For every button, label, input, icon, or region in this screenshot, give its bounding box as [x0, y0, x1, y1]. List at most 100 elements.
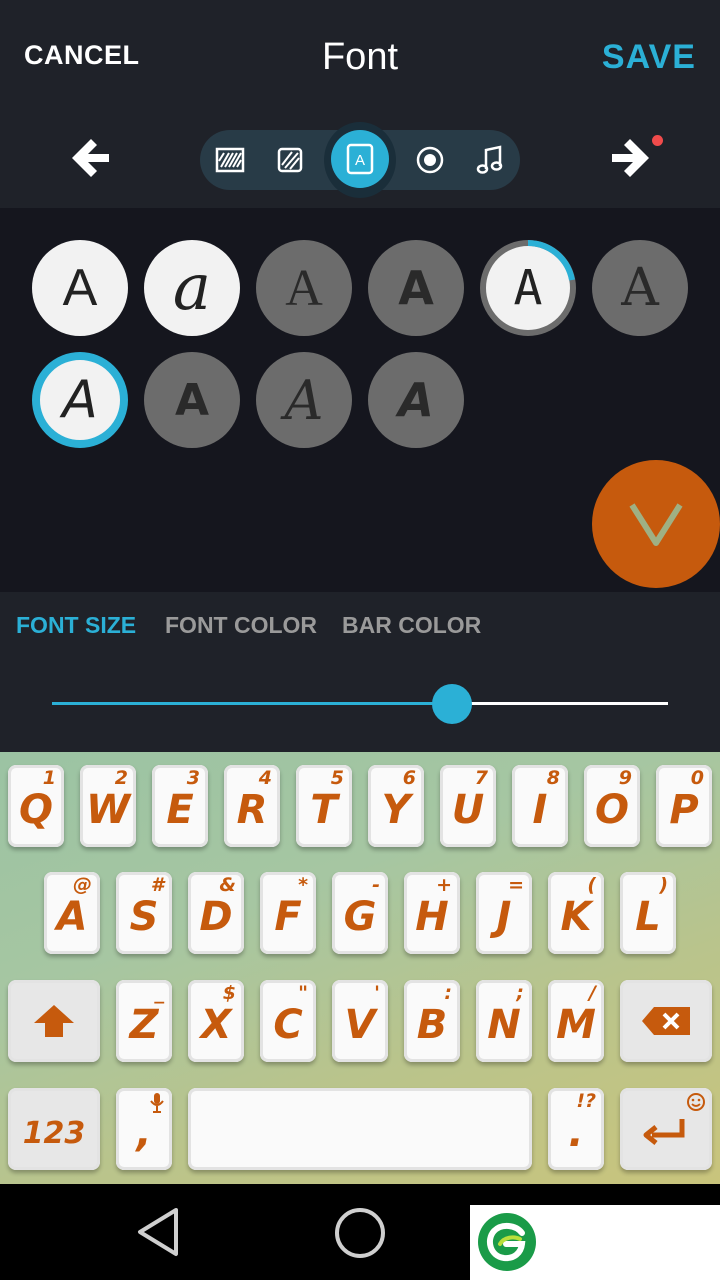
key-label: X — [200, 1002, 232, 1048]
top-bar: CANCEL Font SAVE — [0, 0, 720, 115]
effect-circle-icon[interactable] — [410, 140, 450, 180]
font-option-handwritten-loading[interactable]: A — [480, 240, 576, 336]
font-icon: A — [346, 143, 374, 175]
forward-arrow-icon[interactable] — [608, 135, 654, 181]
font-option-brush[interactable]: A — [256, 352, 352, 448]
tab-font-size[interactable]: FONT SIZE — [16, 612, 136, 639]
font-option-sans[interactable]: A — [32, 240, 128, 336]
collapse-confirm-button[interactable] — [592, 460, 720, 588]
font-size-slider-fill — [52, 702, 453, 705]
tab-font-color[interactable]: FONT COLOR — [165, 612, 317, 639]
font-preview: A — [62, 259, 98, 317]
tab-bar-color[interactable]: BAR COLOR — [342, 612, 481, 639]
music-note-icon[interactable] — [470, 140, 510, 180]
home-nav-icon[interactable] — [333, 1206, 387, 1260]
key-f[interactable]: F * — [260, 872, 316, 954]
key-label: 123 — [22, 1115, 86, 1151]
key-label: J — [496, 894, 512, 940]
font-option-stencil[interactable]: A — [144, 352, 240, 448]
key-k[interactable]: K( — [548, 872, 604, 954]
key-label: E — [166, 787, 194, 833]
key-label: Z — [129, 1002, 159, 1048]
font-option-script[interactable]: a — [144, 240, 240, 336]
numbers-key[interactable]: 123 — [8, 1088, 100, 1170]
key-g[interactable]: G- — [332, 872, 388, 954]
key-hint: 3 — [186, 767, 200, 789]
key-t[interactable]: T5 — [296, 765, 352, 847]
back-nav-icon[interactable] — [134, 1206, 182, 1258]
key-o[interactable]: O9 — [584, 765, 640, 847]
key-i[interactable]: I8 — [512, 765, 568, 847]
key-label: U — [451, 787, 485, 833]
key-hint: $ — [222, 982, 236, 1004]
key-hint: 9 — [618, 767, 632, 789]
texture-icon[interactable] — [270, 140, 310, 180]
key-label: T — [310, 787, 338, 833]
key-label: L — [635, 894, 661, 940]
backspace-icon — [642, 1007, 690, 1035]
key-label: N — [487, 1002, 521, 1048]
key-y[interactable]: Y6 — [368, 765, 424, 847]
font-option-comic-selected[interactable]: A — [32, 352, 128, 448]
key-hint: 8 — [546, 767, 560, 789]
back-arrow-icon[interactable] — [67, 135, 113, 181]
key-b[interactable]: B: — [404, 980, 460, 1062]
key-hint: - — [372, 874, 380, 896]
key-e[interactable]: E3 — [152, 765, 208, 847]
key-n[interactable]: N; — [476, 980, 532, 1062]
key-u[interactable]: U7 — [440, 765, 496, 847]
space-key[interactable] — [188, 1088, 532, 1170]
key-label: P — [669, 787, 699, 833]
microphone-icon — [150, 1093, 164, 1113]
ad-banner[interactable] — [470, 1205, 720, 1280]
key-q[interactable]: Q1 — [8, 765, 64, 847]
font-option-classic[interactable]: A — [592, 240, 688, 336]
key-a[interactable]: A @ — [44, 872, 100, 954]
key-hint: / — [589, 982, 596, 1004]
key-hint: 7 — [474, 767, 488, 789]
key-m[interactable]: M / — [548, 980, 604, 1062]
font-option-distressed[interactable]: A — [368, 352, 464, 448]
comma-key[interactable]: , — [116, 1088, 172, 1170]
font-option-grunge[interactable]: A — [368, 240, 464, 336]
key-label: W — [85, 787, 131, 833]
enter-key[interactable] — [620, 1088, 712, 1170]
background-pattern-icon[interactable] — [210, 140, 250, 180]
font-preview: A — [621, 258, 659, 318]
backspace-key[interactable] — [620, 980, 712, 1062]
key-label: I — [532, 787, 548, 833]
key-d[interactable]: D & — [188, 872, 244, 954]
key-l[interactable]: L) — [620, 872, 676, 954]
key-z[interactable]: Z _ — [116, 980, 172, 1062]
save-button[interactable]: SAVE — [602, 38, 696, 77]
key-r[interactable]: R4 — [224, 765, 280, 847]
font-preview: a — [172, 251, 212, 325]
key-label: R — [236, 787, 268, 833]
key-p[interactable]: P0 — [656, 765, 712, 847]
key-label: Q — [18, 787, 53, 833]
key-label: C — [273, 1002, 303, 1048]
font-option-serif[interactable]: A — [256, 240, 352, 336]
key-hint: + — [436, 874, 452, 896]
key-hint: " — [298, 982, 308, 1004]
key-label: K — [560, 894, 592, 940]
key-v[interactable]: V ' — [332, 980, 388, 1062]
shift-key[interactable] — [8, 980, 100, 1062]
key-j[interactable]: J = — [476, 872, 532, 954]
key-hint: & — [219, 874, 236, 896]
font-editor-screen: CANCEL Font SAVE A A a A A A A A A A A F… — [0, 0, 720, 1280]
key-hint: 2 — [114, 767, 128, 789]
key-s[interactable]: S # — [116, 872, 172, 954]
chevron-down-icon — [629, 503, 683, 546]
key-hint: 0 — [690, 767, 704, 789]
key-hint: !? — [576, 1090, 596, 1112]
font-step-button[interactable]: A — [331, 130, 389, 188]
period-key[interactable]: .!? — [548, 1088, 604, 1170]
key-h[interactable]: H + — [404, 872, 460, 954]
key-hint: 6 — [402, 767, 416, 789]
key-w[interactable]: W2 — [80, 765, 136, 847]
key-label: A — [56, 894, 88, 940]
key-hint: * — [298, 874, 308, 896]
key-x[interactable]: X $ — [188, 980, 244, 1062]
key-c[interactable]: C " — [260, 980, 316, 1062]
